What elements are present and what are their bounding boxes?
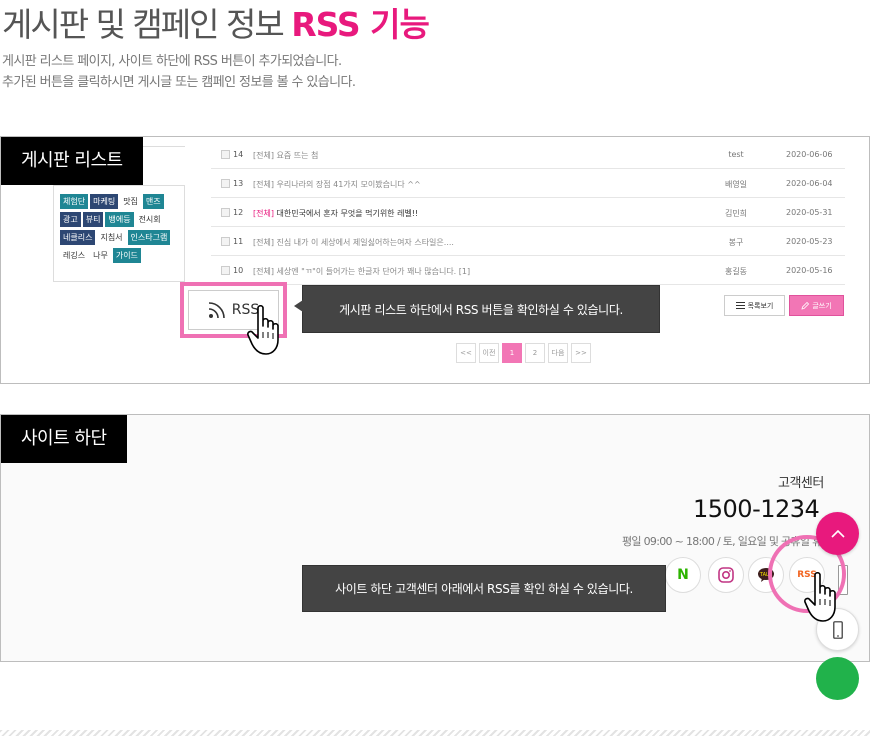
row-checkbox[interactable]: [221, 266, 230, 275]
row-date: 2020-06-06: [786, 150, 833, 159]
tag-link[interactable]: 체험단: [60, 194, 89, 209]
footer-callout: 사이트 하단 고객센터 아래에서 RSS를 확인 하실 수 있습니다.: [302, 565, 666, 612]
page-link[interactable]: 이전: [479, 343, 499, 363]
board-table: 14 [전체] 요즘 뜨는 첨 test 2020-06-06 13 [전체] 우리나라의…: [211, 140, 845, 285]
page-link[interactable]: 다음: [548, 343, 568, 363]
pointer-hand-icon: [247, 304, 279, 355]
rss-icon: [208, 302, 225, 319]
write-button[interactable]: 글쓰기: [789, 295, 844, 316]
board-list-label: 게시판 리스트: [1, 137, 143, 185]
tag-row: 광고 뷰티 뱅에등 전시회: [60, 212, 172, 227]
row-date: 2020-05-31: [786, 208, 833, 217]
pagination: << 이전 1 2 다음 >>: [456, 343, 594, 363]
row-checkbox[interactable]: [221, 150, 230, 159]
naver-icon[interactable]: N: [665, 557, 701, 593]
tag-link[interactable]: 맨즈: [142, 194, 164, 209]
cs-label: 고객센터: [778, 476, 824, 491]
tag-link[interactable]: 광고: [60, 212, 81, 227]
tag-link[interactable]: 마케팅: [90, 194, 119, 209]
row-writer: 홍길동: [724, 267, 748, 276]
row-number: 13: [233, 179, 244, 188]
bottom-divider: [0, 730, 870, 736]
tag-link[interactable]: 맛집: [120, 194, 141, 209]
row-checkbox[interactable]: [221, 179, 230, 188]
write-button-label: 글쓰기: [812, 301, 832, 310]
tag-row: 레깅스 나무 가이드: [60, 248, 172, 263]
tag-link[interactable]: 가이드: [112, 248, 141, 263]
row-number: 14: [233, 150, 244, 159]
row-writer: 배영일: [724, 180, 748, 189]
list-button-label: 목록보기: [747, 301, 774, 310]
row-number: 10: [233, 266, 244, 275]
tag-link[interactable]: 나무: [90, 248, 111, 263]
tag-link[interactable]: 지침서: [97, 230, 125, 245]
tag-link[interactable]: 레깅스: [60, 248, 88, 263]
pencil-icon: [801, 301, 810, 310]
row-subject[interactable]: [전체] 세상엔 "ㄲ"이 들어가는 한글자 단어가 꽤나 많습니다. [1]: [253, 266, 470, 277]
list-icon: [735, 302, 745, 309]
table-row[interactable]: 12 [전체] 대한민국에서 혼자 무엇을 먹기위한 레벨!! 김민희 2020-05…: [211, 198, 845, 227]
site-footer-label: 사이트 하단: [1, 415, 127, 463]
description-line-2: 추가된 버튼을 클릭하시면 게시글 또는 캠페인 정보를 볼 수 있습니다.: [2, 75, 356, 90]
table-row[interactable]: 13 [전체] 우리나라의 장점 41가지 모이봤습니다 ^^ 배영일 2020-06…: [211, 169, 845, 198]
table-row[interactable]: 14 [전체] 요즘 뜨는 첨 test 2020-06-06: [211, 140, 845, 169]
page-title: 게시판 및 캠페인 정보 RSS 기능: [2, 0, 430, 46]
cs-phone: 1500-1234: [693, 495, 820, 523]
tag-link[interactable]: 인스타그램: [127, 230, 171, 245]
row-date: 2020-06-04: [786, 179, 833, 188]
tag-rows: 체험단 마케팅 맛집 맨즈광고 뷰티 뱅에등 전시회네클리스 지침서 인스타그램레깅스 나무 가이드: [60, 194, 172, 266]
board-list-panel: 게시판 리스트 체험단 마케팅 맛집 맨즈광고 뷰티 뱅에등 전시회네클리스 지침서 인스타그램…: [0, 136, 870, 384]
row-date: 2020-05-16: [786, 266, 833, 275]
list-button[interactable]: 목록보기: [724, 295, 785, 316]
title-main: 게시판 및 캠페인 정보: [2, 5, 285, 44]
tag-link[interactable]: 뷰티: [82, 212, 104, 227]
description: 게시판 리스트 페이지, 사이트 하단에 RSS 버튼이 추가되었습니다. 추가…: [2, 51, 356, 93]
row-subject[interactable]: [전체] 요즘 뜨는 첨: [253, 150, 318, 161]
tag-cloud: 체험단 마케팅 맛집 맨즈광고 뷰티 뱅에등 전시회네클리스 지침서 인스타그램레깅스 나무 가이드: [53, 185, 185, 282]
row-checkbox[interactable]: [221, 237, 230, 246]
tag-link[interactable]: 뱅에등: [105, 212, 134, 227]
instagram-glyph: [718, 567, 734, 583]
row-writer: test: [728, 150, 744, 159]
page-link[interactable]: 2: [525, 343, 545, 363]
tag-row: 체험단 마케팅 맛집 맨즈: [60, 194, 172, 209]
site-footer-panel: 사이트 하단 고객센터 1500-1234 평일 09:00 ~ 18:00 /…: [0, 414, 870, 662]
page-link[interactable]: <<: [456, 343, 476, 363]
page-link[interactable]: >>: [571, 343, 591, 363]
row-checkbox[interactable]: [221, 208, 230, 217]
instagram-icon[interactable]: [708, 557, 744, 593]
table-row[interactable]: 10 [전체] 세상엔 "ㄲ"이 들어가는 한글자 단어가 꽤나 많습니다. [1…: [211, 256, 845, 285]
pointer-hand-icon-footer: [804, 571, 836, 622]
table-row[interactable]: 11 [전체] 진심 내가 이 세상에서 제일싫어하는여자 스타일은.... 봉구 2…: [211, 227, 845, 256]
row-subject[interactable]: [전체] 우리나라의 장점 41가지 모이봤습니다 ^^: [253, 179, 421, 190]
scroll-top-button[interactable]: [816, 512, 859, 555]
title-accent: RSS 기능: [291, 5, 430, 44]
tag-link[interactable]: 전시회: [136, 212, 164, 227]
row-category: [전체]: [253, 209, 274, 218]
tag-link[interactable]: 네클리스: [60, 230, 96, 245]
chevron-up-icon: [830, 529, 845, 538]
row-writer: 봉구: [728, 238, 744, 247]
board-callout: 게시판 리스트 하단에서 RSS 버튼을 확인하실 수 있습니다.: [294, 285, 660, 333]
row-subject[interactable]: [전체] 진심 내가 이 세상에서 제일싫어하는여자 스타일은....: [253, 237, 454, 248]
green-float-button[interactable]: [816, 657, 859, 700]
row-subject[interactable]: [전체] 대한민국에서 혼자 무엇을 먹기위한 레벨!!: [253, 208, 418, 219]
row-number: 11: [233, 237, 244, 246]
page-link[interactable]: 1: [502, 343, 522, 363]
description-line-1: 게시판 리스트 페이지, 사이트 하단에 RSS 버튼이 추가되었습니다.: [2, 54, 342, 69]
row-writer: 김민희: [724, 209, 748, 218]
tag-row: 네클리스 지침서 인스타그램: [60, 230, 172, 245]
row-date: 2020-05-23: [786, 237, 833, 246]
row-number: 12: [233, 208, 244, 217]
